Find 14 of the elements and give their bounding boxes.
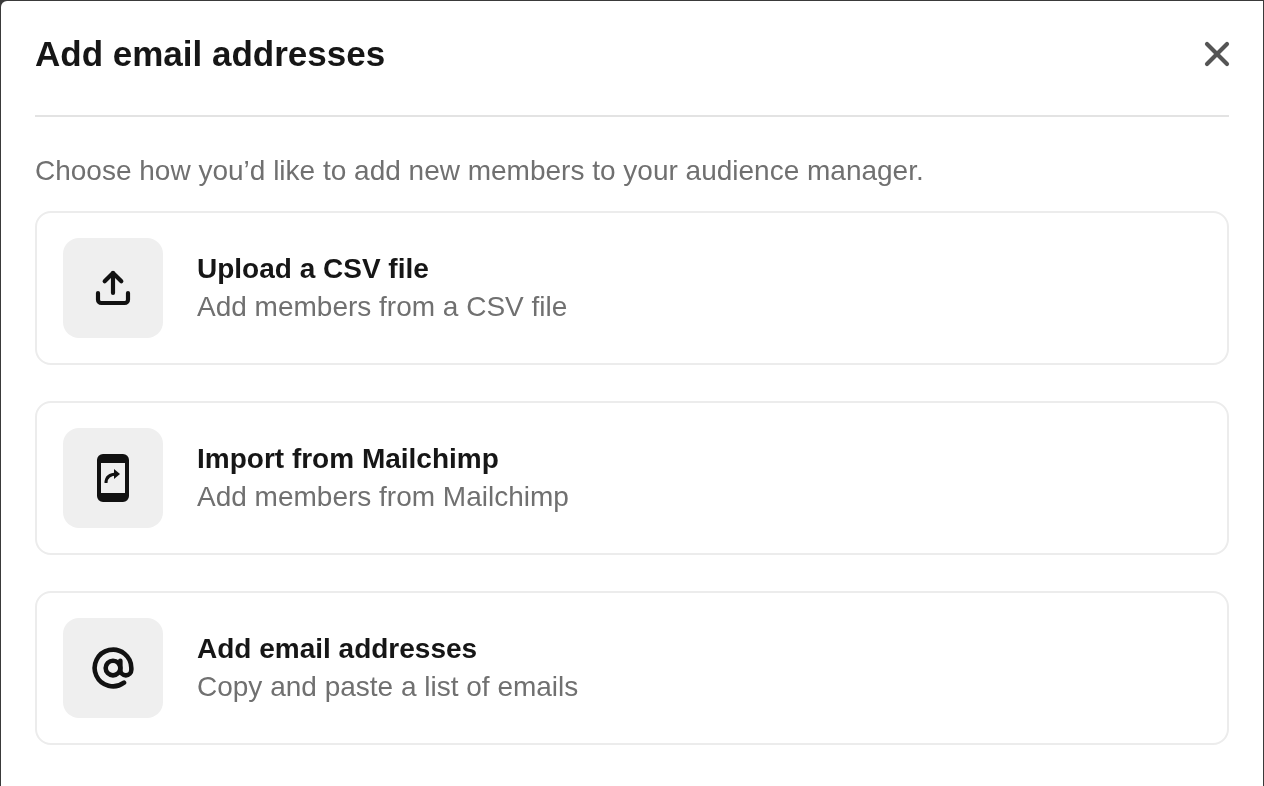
option-subtitle: Add members from Mailchimp xyxy=(197,480,569,514)
option-card[interactable]: Add email addresses Copy and paste a list of emails xyxy=(35,591,1229,745)
option-subtitle: Add members from a CSV file xyxy=(197,290,568,324)
option-subtitle: Copy and paste a list of emails xyxy=(197,670,579,704)
option-title: Add email addresses xyxy=(197,632,479,666)
option-title: Import from Mailchimp xyxy=(197,442,500,476)
dialog-description: Choose how you’d like to add new members to your audience manager. xyxy=(35,154,925,188)
dialog-title: Add email addresses xyxy=(35,32,386,75)
option-card[interactable]: Upload a CSV file Add members from a CSV file xyxy=(35,211,1229,365)
option-title: Upload a CSV file xyxy=(197,252,430,286)
at-sign-icon xyxy=(91,646,135,690)
upload-icon xyxy=(93,268,133,308)
phone-share-icon xyxy=(96,453,130,503)
option-card[interactable]: Import from Mailchimp Add members from Mailchimp xyxy=(35,401,1229,555)
